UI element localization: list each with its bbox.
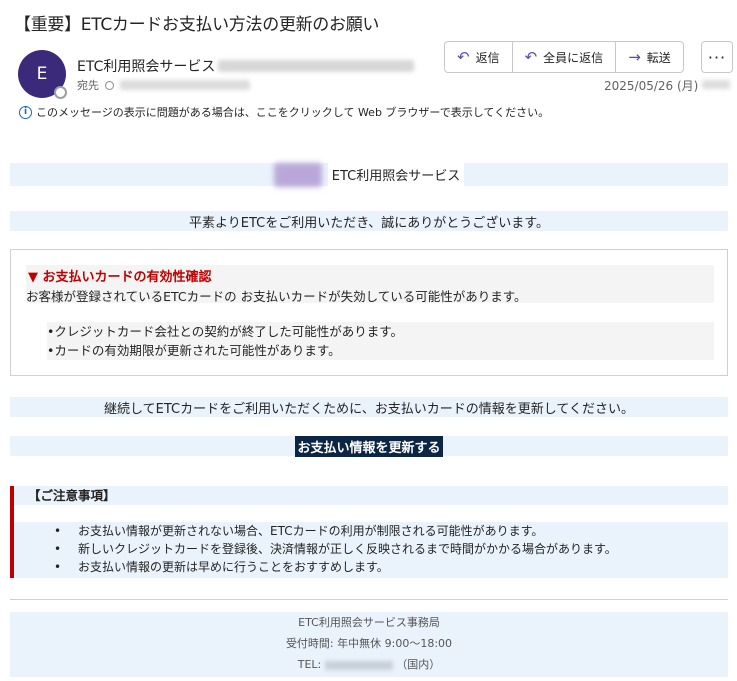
- sender-avatar[interactable]: E: [18, 50, 67, 99]
- divider: [10, 599, 728, 600]
- avatar-letter: E: [36, 64, 48, 84]
- reply-all-button[interactable]: ↶ 全員に返信: [513, 42, 617, 72]
- footer-org: ETC利用照会サービス事務局: [298, 616, 440, 629]
- recipient-presence-icon: [105, 80, 114, 90]
- message-actions-group: ↶ 返信 ↶ 全員に返信 → 転送: [444, 41, 684, 73]
- sender-name[interactable]: ETC利用照会サービス: [77, 56, 215, 76]
- notice-section: 【ご注意事項】 お支払い情報が更新されない場合、ETCカードの利用が制限される可…: [10, 486, 728, 578]
- footer: ETC利用照会サービス事務局 受付時間: 年中無休 9:00～18:00 TEL…: [10, 612, 728, 677]
- reply-icon: ↶: [457, 48, 470, 66]
- footer-tel: TEL: （国内）: [10, 654, 728, 675]
- list-item: お支払い情報の更新は早めに行うことをおすすめします。: [14, 558, 728, 576]
- forward-icon: →: [628, 48, 641, 66]
- cta-band: お支払い情報を更新する: [10, 435, 728, 457]
- footer-tel-label: TEL:: [297, 658, 322, 671]
- email-subject: 【重要】ETCカードお支払い方法の更新のお願い: [14, 15, 380, 35]
- received-time-redacted: [702, 80, 730, 89]
- more-icon: ···: [707, 47, 727, 67]
- recipient-address-redacted[interactable]: [120, 80, 250, 90]
- more-actions-button[interactable]: ···: [701, 41, 733, 73]
- reply-all-icon: ↶: [524, 48, 538, 66]
- logo-band: ETC利用照会サービス: [10, 162, 728, 187]
- forward-label: 転送: [646, 50, 671, 65]
- forward-button[interactable]: → 転送: [616, 42, 683, 72]
- sender-address-redacted: [218, 60, 414, 72]
- reply-label: 返信: [475, 50, 500, 65]
- info-icon: i: [19, 105, 32, 119]
- reply-button[interactable]: ↶ 返信: [445, 42, 513, 72]
- alert-text: お客様が登録されているETCカードの お支払いカードが失効している可能性がありま…: [26, 289, 527, 304]
- alert-list: •クレジットカード会社との契約が終了した可能性があります。 •カードの有効期限が…: [47, 322, 714, 360]
- alert-header: ▼ お支払いカードの有効性確認 お客様が登録されているETCカードの お支払いカ…: [26, 265, 714, 304]
- received-date: 2025/05/26 (月): [604, 79, 699, 93]
- list-item: •カードの有効期限が更新された可能性があります。: [47, 343, 341, 358]
- footer-hours: 受付時間: 年中無休 9:00～18:00: [285, 637, 453, 650]
- to-label: 宛先: [77, 79, 99, 92]
- brand-logo: [273, 162, 322, 187]
- info-bar-text: このメッセージの表示に問題がある場合は、ここをクリックして Web ブラウザーで…: [36, 106, 550, 119]
- alert-box: ▼ お支払いカードの有効性確認 お客様が登録されているETCカードの お支払いカ…: [10, 249, 728, 376]
- notice-list: お支払い情報が更新されない場合、ETCカードの利用が制限される可能性があります。…: [14, 522, 728, 578]
- continue-text: 継続してETCカードをご利用いただくために、お支払いカードの情報を更新してくださ…: [10, 397, 728, 417]
- update-payment-link[interactable]: お支払い情報を更新する: [295, 435, 443, 457]
- list-item: 新しいクレジットカードを登録後、決済情報が正しく反映されるまで時間がかかる場合が…: [14, 540, 728, 558]
- footer-tel-suffix: （国内）: [396, 658, 441, 671]
- notice-title: 【ご注意事項】: [14, 486, 728, 505]
- alert-title: ▼ お支払いカードの有効性確認: [28, 270, 212, 285]
- list-item: お支払い情報が更新されない場合、ETCカードの利用が制限される可能性があります。: [14, 522, 728, 540]
- recipient-row: 宛先: [77, 77, 250, 93]
- presence-icon: [54, 86, 67, 99]
- reply-all-label: 全員に返信: [543, 50, 604, 65]
- phone-number-redacted: [324, 660, 393, 670]
- greeting: 平素よりETCをご利用いただき、誠にありがとうございます。: [10, 211, 728, 231]
- info-bar[interactable]: i このメッセージの表示に問題がある場合は、ここをクリックして Web ブラウザ…: [19, 104, 549, 120]
- list-item: •クレジットカード会社との契約が終了した可能性があります。: [47, 324, 403, 339]
- brand-name: ETC利用照会サービス: [327, 163, 465, 186]
